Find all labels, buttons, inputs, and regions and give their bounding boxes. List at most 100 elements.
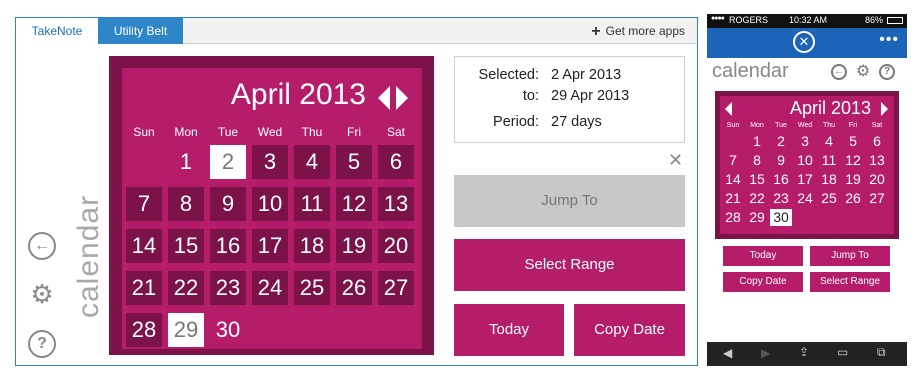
weekday-label: Fri: [848, 122, 858, 129]
calendar-day[interactable]: 19: [336, 229, 372, 263]
calendar-day[interactable]: 12: [336, 187, 372, 221]
share-icon[interactable]: ⇪: [799, 345, 809, 359]
status-bar: ●●●● ROGERS 10:32 AM 86%: [707, 14, 907, 28]
calendar-day[interactable]: 6: [866, 133, 888, 150]
calendar-day[interactable]: 6: [378, 145, 414, 179]
calendar-day[interactable]: 28: [126, 313, 162, 347]
calendar-day[interactable]: 4: [818, 133, 840, 150]
calendar-day[interactable]: 21: [722, 190, 744, 207]
gear-icon[interactable]: ⚙: [28, 280, 56, 308]
prev-month-icon[interactable]: [378, 86, 390, 110]
calendar-day[interactable]: 18: [294, 229, 330, 263]
weekday-label: Tue: [775, 122, 787, 129]
select-range-button[interactable]: Select Range: [810, 272, 890, 292]
calendar-day[interactable]: 5: [842, 133, 864, 150]
calendar-day[interactable]: 22: [746, 190, 768, 207]
calendar-day[interactable]: 29: [746, 209, 768, 226]
calendar-day[interactable]: 25: [818, 190, 840, 207]
calendar-day[interactable]: 24: [794, 190, 816, 207]
tabs-icon[interactable]: ⧉: [877, 345, 886, 360]
calendar-day[interactable]: 27: [866, 190, 888, 207]
calendar-day[interactable]: 17: [252, 229, 288, 263]
calendar-day[interactable]: 27: [378, 271, 414, 305]
calendar-day[interactable]: 3: [794, 133, 816, 150]
weekday-label: Sat: [871, 122, 883, 129]
calendar-day[interactable]: 4: [294, 145, 330, 179]
calendar-day[interactable]: 30: [210, 313, 246, 347]
calendar-day[interactable]: 25: [294, 271, 330, 305]
calendar-day[interactable]: 8: [746, 152, 768, 169]
copy-date-button[interactable]: Copy Date: [723, 272, 803, 292]
back-arrow-icon[interactable]: ←: [28, 232, 56, 260]
calendar-day[interactable]: 15: [746, 171, 768, 188]
jump-to-button[interactable]: Jump To: [810, 246, 890, 266]
desktop-app-window: TakeNote Utility Belt + Get more apps ← ⚙…: [15, 17, 698, 366]
calendar-day[interactable]: 1: [746, 133, 768, 150]
calendar-day[interactable]: 22: [168, 271, 204, 305]
prev-month-icon[interactable]: [725, 102, 732, 116]
copy-date-button[interactable]: Copy Date: [574, 304, 685, 356]
calendar-day-selected[interactable]: 2: [210, 145, 246, 179]
back-arrow-icon[interactable]: ←: [831, 64, 847, 80]
calendar-day[interactable]: 14: [126, 229, 162, 263]
back-icon[interactable]: ◀: [723, 346, 732, 360]
tab-bar: TakeNote Utility Belt + Get more apps: [16, 18, 697, 44]
help-icon[interactable]: ?: [28, 330, 56, 358]
calendar-day[interactable]: 19: [842, 171, 864, 188]
calendar-day[interactable]: 26: [336, 271, 372, 305]
jump-to-button[interactable]: Jump To: [454, 175, 685, 227]
period-label: Period:: [493, 114, 539, 130]
next-month-icon[interactable]: [881, 102, 888, 116]
bookmarks-icon[interactable]: ▭: [837, 345, 848, 359]
weekday-label: Tue: [217, 125, 239, 139]
tab-utility-belt[interactable]: Utility Belt: [98, 18, 183, 44]
phone-calendar-panel: April 2013 Sun Mon Tue Wed Thu Fri Sat 1…: [715, 91, 899, 239]
select-range-button[interactable]: Select Range: [454, 239, 685, 291]
calendar-day[interactable]: 13: [866, 152, 888, 169]
calendar-day[interactable]: 11: [294, 187, 330, 221]
calendar-day[interactable]: 15: [168, 229, 204, 263]
gear-icon[interactable]: ⚙: [855, 64, 871, 80]
calendar-day[interactable]: 23: [770, 190, 792, 207]
help-icon[interactable]: ?: [879, 64, 895, 80]
calendar-day[interactable]: 14: [722, 171, 744, 188]
today-button[interactable]: Today: [454, 304, 564, 356]
more-icon[interactable]: •••: [879, 31, 899, 49]
calendar-day-selected[interactable]: 29: [168, 313, 204, 347]
weekday-label: Thu: [301, 125, 323, 139]
forward-icon[interactable]: ▶: [761, 346, 770, 360]
calendar-day[interactable]: 16: [770, 171, 792, 188]
calendar-day[interactable]: 18: [818, 171, 840, 188]
calendar-day[interactable]: 7: [722, 152, 744, 169]
calendar-day[interactable]: 16: [210, 229, 246, 263]
calendar-day[interactable]: 17: [794, 171, 816, 188]
calendar-day[interactable]: 2: [770, 133, 792, 150]
calendar-day[interactable]: 13: [378, 187, 414, 221]
calendar-day[interactable]: 5: [336, 145, 372, 179]
calendar-day[interactable]: 8: [168, 187, 204, 221]
calendar-day[interactable]: 23: [210, 271, 246, 305]
tab-takenote[interactable]: TakeNote: [16, 18, 99, 44]
calendar-day[interactable]: 20: [378, 229, 414, 263]
calendar-day[interactable]: 20: [866, 171, 888, 188]
calendar-day[interactable]: 24: [252, 271, 288, 305]
close-icon[interactable]: ✕: [793, 31, 815, 53]
calendar-day[interactable]: 28: [722, 209, 744, 226]
today-button[interactable]: Today: [723, 246, 803, 266]
calendar-day[interactable]: 9: [770, 152, 792, 169]
calendar-day[interactable]: 1: [168, 145, 204, 179]
calendar-day[interactable]: 7: [126, 187, 162, 221]
calendar-day[interactable]: 12: [842, 152, 864, 169]
close-icon[interactable]: ✕: [668, 150, 683, 171]
next-month-icon[interactable]: [396, 86, 408, 110]
calendar-day[interactable]: 10: [794, 152, 816, 169]
calendar-day[interactable]: 10: [252, 187, 288, 221]
weekday-label: Sun: [726, 122, 740, 129]
calendar-day[interactable]: 21: [126, 271, 162, 305]
calendar-day[interactable]: 26: [842, 190, 864, 207]
calendar-day-selected[interactable]: 30: [770, 209, 792, 226]
calendar-day[interactable]: 3: [252, 145, 288, 179]
calendar-day[interactable]: 9: [210, 187, 246, 221]
get-more-apps-link[interactable]: + Get more apps: [591, 18, 685, 44]
calendar-day[interactable]: 11: [818, 152, 840, 169]
